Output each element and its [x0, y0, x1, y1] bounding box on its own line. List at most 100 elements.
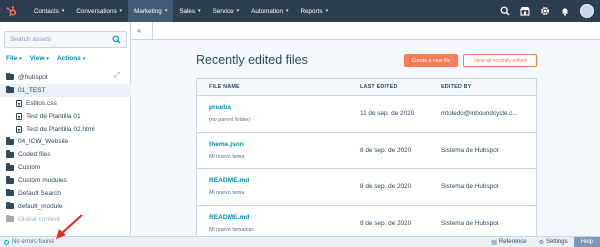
nav-item-label: Reports: [300, 7, 323, 15]
chevron-down-icon: ▾: [46, 55, 49, 62]
gear-icon: ⚙: [538, 239, 544, 246]
search-icon[interactable]: [500, 6, 510, 16]
reference-label: Reference: [498, 239, 527, 245]
nav-item-label: Marketing: [134, 7, 162, 15]
tree-item-label: Test de Plantilla 01: [26, 112, 81, 120]
nav-item-label: Automation: [251, 7, 283, 15]
column-header-last-edited[interactable]: LAST EDITED: [351, 84, 433, 90]
table-header: FILE NAME LAST EDITED EDITED BY: [196, 78, 537, 96]
tree-file[interactable]: Test de Plantilla 01: [0, 110, 131, 123]
search-icon[interactable]: [112, 35, 121, 44]
last-edited-cell: 8 de sep. de 2020: [360, 219, 412, 227]
nav-item-reports[interactable]: Reports ▾: [295, 0, 335, 22]
status-actions: ▤ Reference ⚙ Settings Help: [485, 237, 600, 247]
settings-icon[interactable]: [540, 6, 550, 16]
tree-folder[interactable]: @hubspot: [0, 71, 131, 84]
nav-item-sales[interactable]: Sales ▾: [173, 0, 206, 22]
file-icon: [16, 125, 22, 133]
search-input[interactable]: [5, 36, 110, 43]
menu-actions[interactable]: Actions ▾: [57, 55, 85, 62]
tree-file[interactable]: Test de Plantilla 02.html: [0, 123, 131, 136]
folder-icon: [6, 163, 14, 171]
file-name-link[interactable]: README.md: [209, 177, 351, 184]
tree-item-label: 01_TEST: [18, 86, 46, 94]
help-button[interactable]: Help: [573, 237, 600, 247]
tree-item-label: 04_ICW_Website: [18, 138, 69, 146]
sub-toolbar: «: [131, 22, 600, 40]
edited-by-cell: Sistema de Hubspot: [441, 219, 499, 227]
chevron-down-icon: ▾: [164, 8, 168, 14]
file-tree: @hubspot 01_TEST Estilos.css Test de Planti…: [0, 71, 131, 226]
marketplace-icon[interactable]: [520, 6, 530, 16]
collapse-sidebar-icon[interactable]: «: [131, 22, 153, 40]
tree-item-label: Coded files: [18, 151, 51, 159]
last-edited-cell: 8 de sep. de 2020: [360, 183, 412, 191]
tree-folder[interactable]: Custom: [0, 161, 131, 174]
file-folder-label: Mi nuevo tema: [209, 153, 245, 160]
assets-sidebar: File▾View▾Actions▾ ⤢ @hubspot01_TESTEsti…: [0, 22, 131, 247]
nav-item-marketing[interactable]: Marketing ▾: [128, 0, 174, 22]
avatar[interactable]: [580, 4, 594, 18]
nav-item-label: Sales: [179, 7, 196, 15]
nav-item-contacts[interactable]: Contacts ▾: [28, 0, 70, 22]
file-icon: [16, 99, 22, 107]
tree-file[interactable]: Estilos.css: [0, 97, 131, 110]
tree-item-label: default_module: [18, 202, 63, 210]
chevron-down-icon: ▾: [82, 55, 86, 62]
nav-utilities: [500, 0, 594, 22]
error-status-label: No errors found: [12, 239, 54, 245]
error-status[interactable]: No errors found: [0, 239, 54, 245]
file-name-cell: README.md Mi nuevo tema/css: [197, 214, 351, 233]
tree-folder[interactable]: Global content: [0, 213, 131, 226]
nav-item-service[interactable]: Service ▾: [207, 0, 246, 22]
file-name-link[interactable]: prueba: [209, 104, 351, 111]
tree-folder[interactable]: Default Search: [0, 187, 131, 200]
nav-item-conversations[interactable]: Conversations ▾: [70, 0, 128, 22]
folder-icon: [6, 214, 14, 223]
chevron-down-icon: ▾: [236, 8, 240, 14]
notifications-icon[interactable]: [560, 6, 570, 16]
chevron-down-icon: ▾: [198, 8, 201, 14]
edited-by-cell: mtoledo@inboundcycle.c...: [441, 110, 518, 118]
nav-item-automation[interactable]: Automation ▾: [245, 0, 294, 22]
menu-label: File: [6, 55, 18, 62]
menu-label: View: [29, 55, 45, 62]
tree-folder[interactable]: Custom modules: [0, 174, 131, 187]
hubspot-logo-icon[interactable]: [0, 0, 22, 22]
last-edited-cell: 8 de sep. de 2020: [360, 146, 412, 154]
menu-label: Actions: [56, 55, 81, 62]
chevron-down-icon: ▾: [61, 8, 65, 14]
settings-button[interactable]: ⚙ Settings: [533, 239, 574, 246]
table-row: prueba (no parent folder) 11 de sep. de 20…: [196, 96, 537, 133]
menu-file[interactable]: File ▾: [6, 55, 22, 62]
chevron-down-icon: ▾: [119, 8, 123, 14]
nav-menu: Contacts ▾ Conversations ▾ Marketing ▾ Sales ▾ S…: [28, 0, 334, 22]
file-folder-label: Mi nuevo tema: [209, 190, 245, 197]
column-header-file-name[interactable]: FILE NAME: [197, 84, 351, 90]
table-row: theme.json Mi nuevo tema 8 de sep. de 2020…: [196, 132, 537, 169]
book-icon: ▤: [491, 239, 497, 246]
file-folder-label: Mi nuevo tema/css: [209, 226, 254, 233]
file-name-link[interactable]: README.md: [209, 214, 351, 221]
recent-files-table: FILE NAME LAST EDITED EDITED BY prueba (n…: [196, 78, 537, 236]
reference-button[interactable]: ▤ Reference: [485, 239, 532, 246]
file-name-link[interactable]: theme.json: [209, 141, 351, 148]
menu-view[interactable]: View ▾: [30, 55, 49, 62]
folder-icon: [6, 85, 14, 94]
tree-item-label: Custom modules: [18, 177, 67, 185]
chevron-down-icon: ▾: [19, 55, 22, 62]
main-panel: « Recently edited files Create a new fil…: [131, 22, 600, 236]
table-row: README.md Mi nuevo tema/css 8 de sep. de 2…: [196, 205, 537, 236]
create-file-button[interactable]: Create a new file: [404, 54, 458, 67]
tree-folder[interactable]: Coded files: [0, 148, 131, 161]
column-header-edited-by[interactable]: EDITED BY: [433, 84, 536, 90]
last-edited-cell: 11 de sep. de 2020: [360, 110, 415, 118]
tree-folder[interactable]: 01_TEST: [0, 83, 131, 97]
view-all-button[interactable]: View all recently edited: [463, 54, 537, 67]
search-box: [4, 31, 127, 48]
tree-item-label: Default Search: [18, 189, 61, 197]
tree-folder[interactable]: default_module: [0, 200, 131, 213]
tree-folder[interactable]: 04_ICW_Website: [0, 135, 131, 148]
check-icon: [4, 239, 9, 245]
settings-label: Settings: [545, 239, 568, 245]
